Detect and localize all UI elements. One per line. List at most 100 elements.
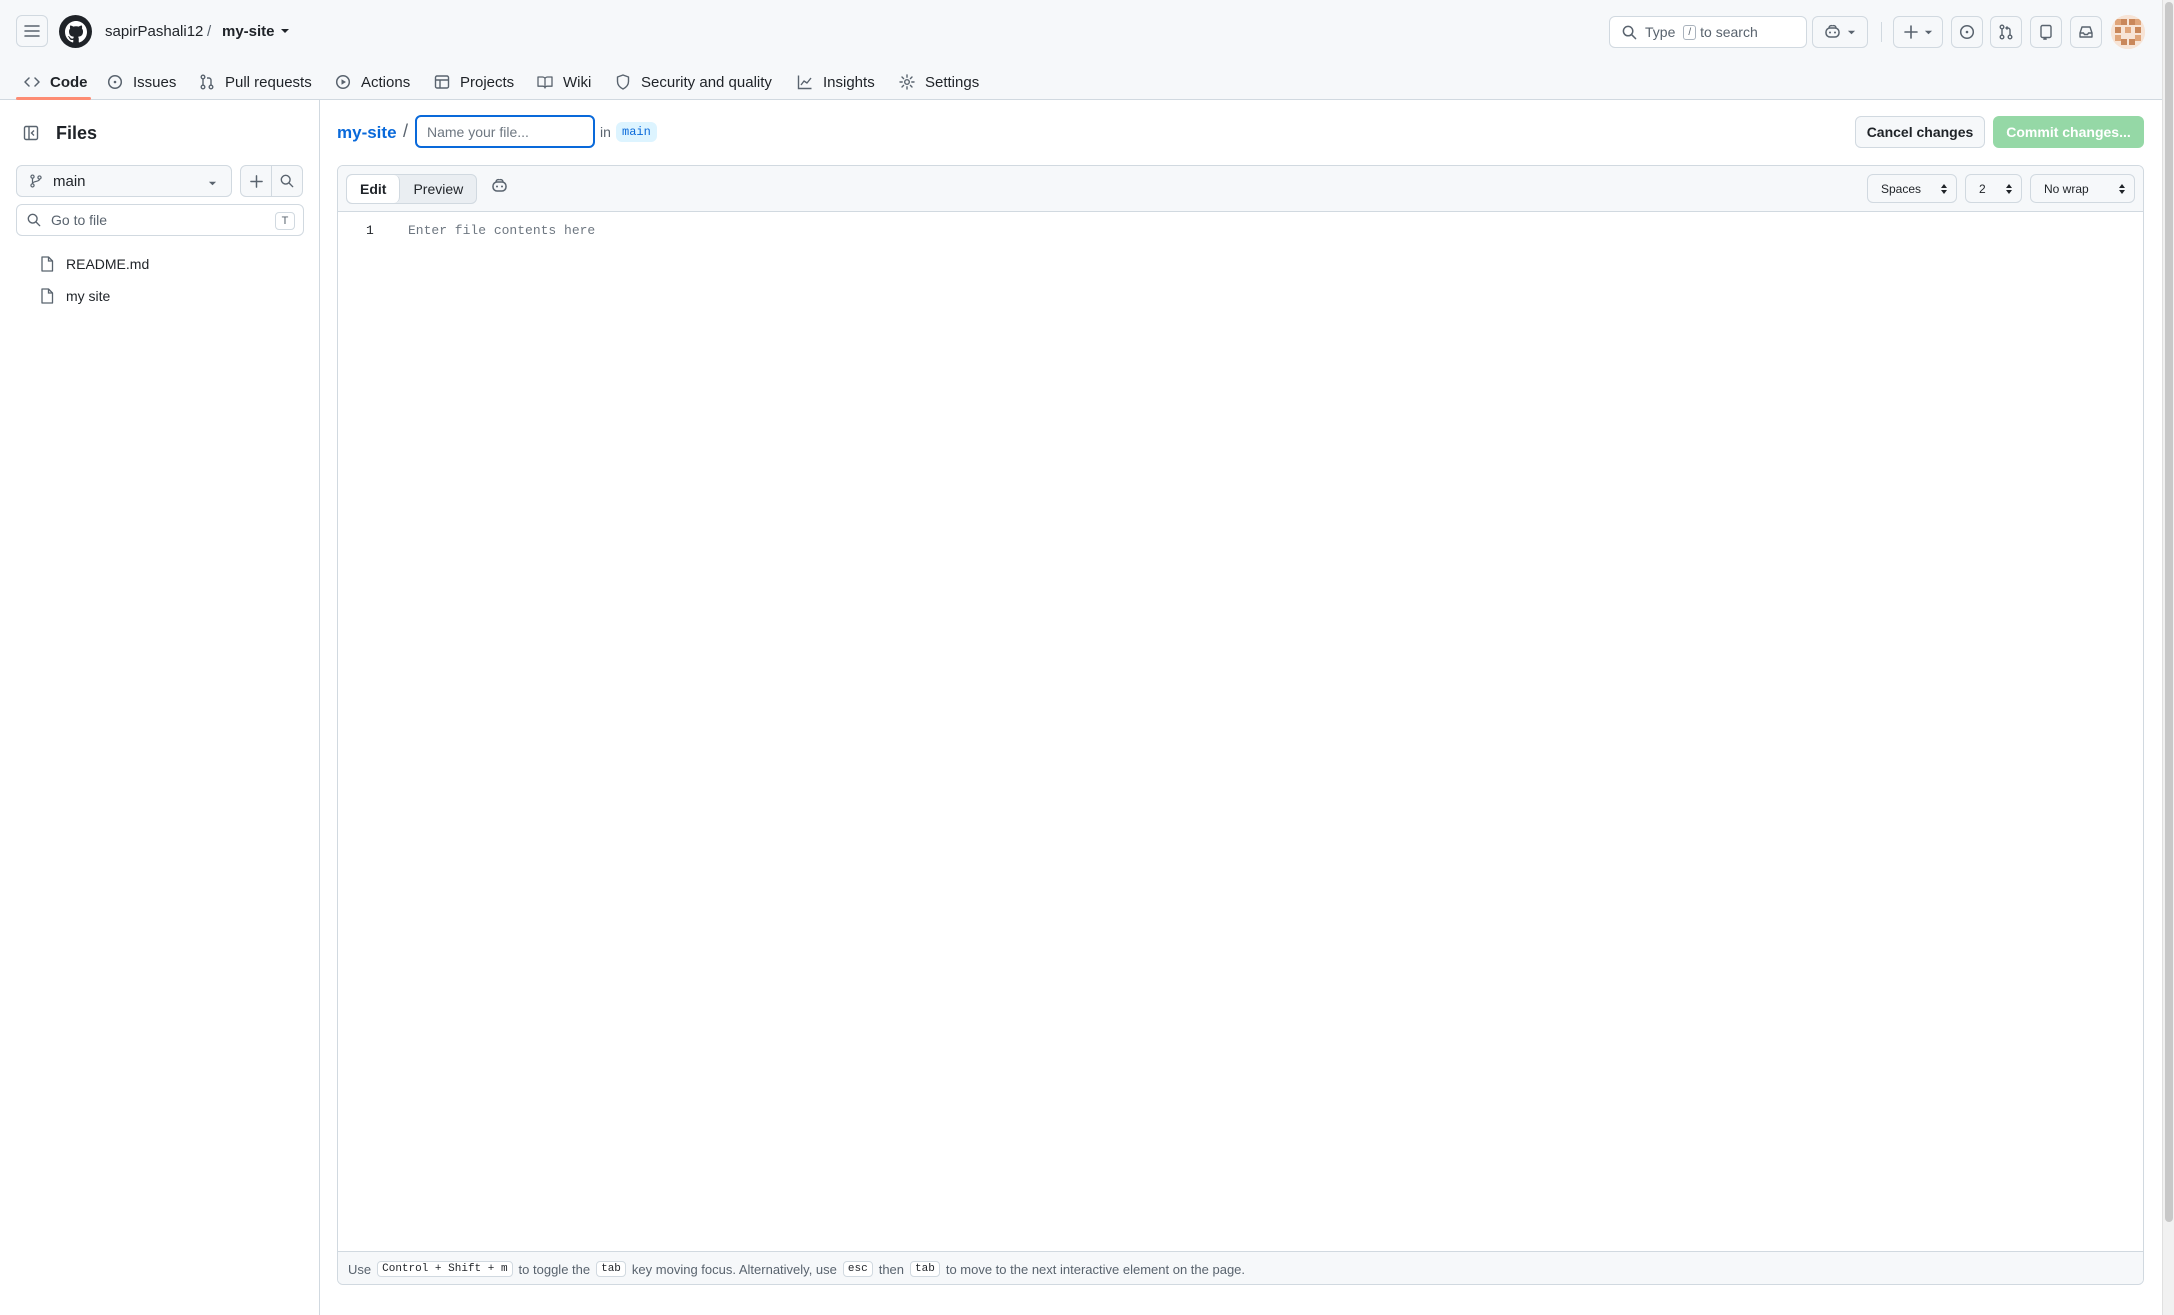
indent-size-select[interactable]: 2 — [1965, 174, 2022, 203]
copilot-icon[interactable] — [491, 178, 508, 194]
your-issues-button[interactable] — [1951, 16, 1983, 48]
tab-wiki[interactable]: Wiki — [537, 64, 591, 100]
issue-opened-icon — [107, 74, 123, 90]
inbox-icon — [2079, 26, 2093, 38]
table-icon — [434, 75, 450, 89]
hamburger-icon — [24, 25, 40, 37]
tab-pull-requests[interactable]: Pull requests — [199, 64, 312, 100]
search-files-button[interactable] — [271, 165, 303, 197]
gear-icon — [899, 74, 915, 90]
footer-text: to toggle the — [518, 1261, 591, 1277]
footer-kbd: tab — [596, 1261, 626, 1277]
breadcrumb-separator: / — [207, 23, 212, 40]
footer-kbd: tab — [910, 1261, 940, 1277]
book-icon — [537, 76, 553, 89]
file-tree-sidebar: Files main Go to file T README.md my sit… — [0, 100, 320, 1315]
search-icon — [27, 213, 41, 227]
tab-issues-label: Issues — [133, 73, 177, 91]
copilot-menu-button[interactable] — [1812, 16, 1868, 48]
search-shortcut-key: / — [1683, 24, 1697, 40]
breadcrumb-owner[interactable]: sapirPashali12 — [105, 22, 203, 42]
git-branch-icon — [30, 174, 42, 188]
search-suffix: to search — [1700, 24, 1758, 40]
git-pull-request-icon — [200, 74, 214, 90]
editor-content-placeholder[interactable]: Enter file contents here — [408, 223, 595, 238]
file-icon — [41, 288, 54, 304]
sidebar-collapse-icon — [23, 125, 39, 141]
app-header: sapirPashali12 / my-site Type / to searc… — [0, 0, 2162, 100]
git-pull-request-icon — [1999, 24, 2013, 40]
repo-caret-down-icon[interactable] — [280, 26, 290, 36]
your-pull-requests-button[interactable] — [1990, 16, 2022, 48]
page-scrollbar[interactable] — [2162, 0, 2174, 1315]
branch-selector[interactable]: main — [16, 165, 232, 197]
wrap-mode-select[interactable]: No wrap — [2030, 174, 2135, 203]
tab-code[interactable]: Code — [24, 64, 88, 100]
global-search-button[interactable]: Type / to search — [1609, 16, 1807, 48]
notifications-button[interactable] — [2070, 16, 2102, 48]
tab-preview[interactable]: Preview — [400, 175, 476, 203]
sidebar-title: Files — [56, 123, 98, 143]
tab-edit[interactable]: Edit — [347, 175, 401, 203]
indent-mode-select[interactable]: Spaces — [1867, 174, 1957, 203]
repo-root-link[interactable]: my-site — [337, 123, 397, 143]
tab-projects-label: Projects — [460, 73, 515, 91]
search-icon — [280, 174, 294, 188]
user-avatar[interactable] — [2111, 15, 2145, 49]
caret-down-icon — [1924, 30, 1932, 34]
tab-pull-requests-label: Pull requests — [225, 73, 312, 91]
graph-icon — [797, 75, 812, 90]
footer-text: Use — [348, 1261, 372, 1277]
footer-text: key moving focus. Alternatively, use — [631, 1261, 837, 1277]
tab-insights[interactable]: Insights — [797, 64, 875, 100]
tab-insights-label: Insights — [823, 73, 875, 91]
tab-projects[interactable]: Projects — [434, 64, 514, 100]
tab-actions-label: Actions — [361, 73, 411, 91]
tab-settings-label: Settings — [925, 73, 980, 91]
wrap-mode-value: No wrap — [2044, 181, 2089, 196]
tab-wiki-label: Wiki — [563, 73, 592, 91]
repositories-button[interactable] — [2030, 16, 2062, 48]
code-editor: Edit Preview Spaces 2 No wrap 1 Enter fi… — [337, 165, 2144, 1285]
create-new-button[interactable] — [1893, 16, 1943, 48]
issue-opened-icon — [1959, 24, 1975, 40]
go-to-file-input[interactable]: Go to file T — [16, 204, 304, 236]
search-icon — [1622, 25, 1637, 39]
indent-size-value: 2 — [1979, 181, 1986, 196]
updown-icon — [1941, 184, 1947, 194]
edit-preview-tabs: Edit Preview — [346, 174, 478, 204]
filename-input[interactable] — [415, 115, 595, 148]
code-icon — [24, 77, 40, 87]
editor-toolbar: Edit Preview Spaces 2 No wrap — [338, 166, 2143, 212]
shield-icon — [616, 74, 630, 90]
add-file-button[interactable] — [240, 165, 272, 197]
search-prefix: Type — [1645, 24, 1676, 40]
breadcrumb-repo[interactable]: my-site — [222, 22, 275, 42]
tab-settings[interactable]: Settings — [899, 64, 979, 100]
target-branch-badge: main — [616, 122, 657, 142]
global-bar: sapirPashali12 / my-site Type / to searc… — [0, 0, 2162, 64]
collapse-sidebar-button[interactable] — [17, 119, 45, 147]
github-logo-icon[interactable] — [59, 15, 92, 48]
tree-item-label: my site — [66, 288, 111, 304]
commit-changes-button[interactable]: Commit changes... — [1993, 116, 2144, 148]
tree-item-my-site[interactable]: my site — [40, 282, 110, 310]
go-to-file-shortcut: T — [275, 212, 295, 230]
cancel-changes-button[interactable]: Cancel changes — [1855, 116, 1985, 148]
tree-item-label: README.md — [66, 256, 150, 272]
repo-icon — [2040, 24, 2052, 40]
caret-down-icon — [208, 181, 217, 186]
tree-item-readme[interactable]: README.md — [40, 250, 149, 278]
header-divider — [1881, 22, 1882, 42]
copilot-icon — [1825, 24, 1840, 38]
editor-help-footer: Use Control + Shift + m to toggle the ta… — [338, 1251, 2143, 1284]
path-separator: / — [403, 121, 409, 141]
updown-icon — [2119, 184, 2125, 194]
open-menu-button[interactable] — [16, 15, 48, 47]
tab-issues[interactable]: Issues — [107, 64, 176, 100]
plus-icon — [1903, 25, 1918, 39]
tab-security[interactable]: Security and quality — [615, 64, 772, 100]
branch-selector-label: main — [53, 172, 86, 190]
tab-actions[interactable]: Actions — [335, 64, 410, 100]
scrollbar-thumb[interactable] — [2165, 2, 2173, 1222]
